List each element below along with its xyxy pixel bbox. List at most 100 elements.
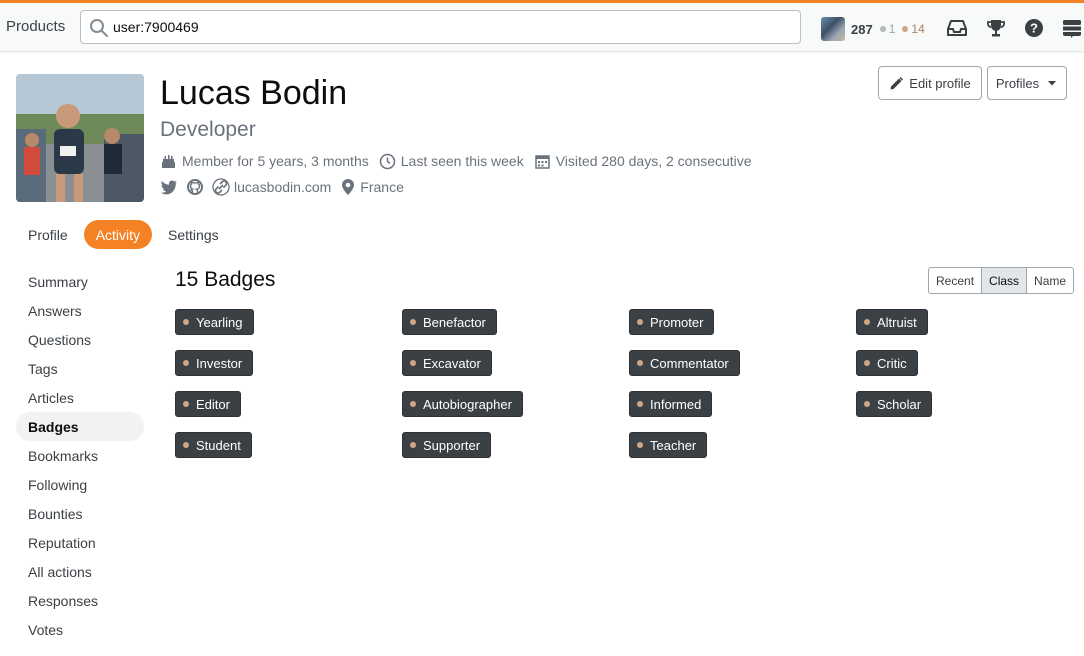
bronze-dot-icon <box>637 401 643 407</box>
calendar-icon <box>534 154 550 169</box>
bronze-dot-icon <box>410 319 416 325</box>
badge-item[interactable]: Promoter <box>629 309 715 335</box>
user-card[interactable]: 287 1 14 <box>821 17 925 41</box>
search-input[interactable] <box>113 11 793 43</box>
user-display-name: Lucas Bodin <box>160 74 348 112</box>
bronze-dot-icon <box>864 401 870 407</box>
bronze-dot-icon <box>410 442 416 448</box>
help-icon[interactable]: ? <box>1023 17 1045 39</box>
badge-label: Excavator <box>423 355 481 371</box>
badge-label: Student <box>196 437 241 453</box>
badges-heading: 15 Badges <box>175 268 276 291</box>
badge-item[interactable]: Benefactor <box>402 309 497 335</box>
profile-avatar <box>16 74 144 202</box>
badge-item[interactable]: Student <box>175 432 252 458</box>
profile-meta-row: Member for 5 years, 3 months Last seen t… <box>160 150 762 172</box>
top-bar: Products 287 1 14 ? <box>0 0 1084 52</box>
badge-item[interactable]: Editor <box>175 391 241 417</box>
badge-label: Promoter <box>650 314 704 330</box>
badge-item[interactable]: Scholar <box>856 391 933 417</box>
nav-bounties[interactable]: Bounties <box>16 499 144 528</box>
bronze-dot-icon <box>864 319 870 325</box>
silver-badge-count: 1 <box>879 22 896 36</box>
badge-label: Critic <box>877 355 907 371</box>
badge-sort-group: Recent Class Name <box>928 267 1075 294</box>
nav-responses[interactable]: Responses <box>16 586 144 615</box>
nav-badges[interactable]: Badges <box>16 412 144 441</box>
sort-recent-button[interactable]: Recent <box>928 267 983 294</box>
twitter-icon[interactable] <box>160 178 178 196</box>
products-link[interactable]: Products <box>6 18 65 35</box>
location-text: France <box>360 179 404 195</box>
bronze-dot-icon <box>183 319 189 325</box>
bronze-dot-icon <box>183 360 189 366</box>
badge-label: Supporter <box>423 437 481 453</box>
clock-icon <box>379 153 395 169</box>
badge-item[interactable]: Commentator <box>629 350 740 376</box>
nav-tags[interactable]: Tags <box>16 354 144 383</box>
bronze-dot-icon <box>637 360 643 366</box>
stack-exchange-icon[interactable] <box>1061 17 1083 39</box>
nav-following[interactable]: Following <box>16 470 144 499</box>
user-title: Developer <box>160 118 256 141</box>
tab-profile[interactable]: Profile <box>16 220 80 249</box>
badge-label: Benefactor <box>423 314 486 330</box>
website-link[interactable]: lucasbodin.com <box>234 179 331 195</box>
avatar[interactable] <box>821 17 845 41</box>
sort-class-button[interactable]: Class <box>981 267 1028 294</box>
tab-settings[interactable]: Settings <box>156 220 231 249</box>
tab-activity[interactable]: Activity <box>83 220 153 249</box>
nav-questions[interactable]: Questions <box>16 325 144 354</box>
caret-down-icon <box>1048 81 1057 86</box>
badge-item[interactable]: Supporter <box>402 432 492 458</box>
badge-item[interactable]: Excavator <box>402 350 492 376</box>
nav-articles[interactable]: Articles <box>16 383 144 412</box>
badge-item[interactable]: Critic <box>856 350 918 376</box>
silver-dot-icon <box>879 26 886 32</box>
profiles-dropdown[interactable]: Profiles <box>987 66 1067 100</box>
bronze-dot-icon <box>410 360 416 366</box>
pencil-icon <box>890 76 904 89</box>
nav-summary[interactable]: Summary <box>16 267 144 296</box>
edit-profile-label: Edit profile <box>909 75 971 91</box>
inbox-icon[interactable] <box>946 17 968 39</box>
badge-label: Commentator <box>650 355 729 371</box>
nav-reputation[interactable]: Reputation <box>16 528 144 557</box>
badge-item[interactable]: Altruist <box>856 309 928 335</box>
sort-name-button[interactable]: Name <box>1026 267 1075 294</box>
activity-sidenav: Summary Answers Questions Tags Articles … <box>16 267 144 644</box>
silver-count-label: 1 <box>888 22 896 36</box>
trophy-icon[interactable] <box>985 17 1007 39</box>
last-seen: Last seen this week <box>379 153 524 170</box>
badge-label: Autobiographer <box>423 396 512 412</box>
location-pin-icon <box>342 179 355 195</box>
bronze-dot-icon <box>637 319 643 325</box>
nav-all-actions[interactable]: All actions <box>16 557 144 586</box>
profile-tabs: Profile Activity Settings <box>16 220 235 249</box>
svg-text:?: ? <box>1030 21 1038 36</box>
search-box[interactable] <box>80 10 801 44</box>
profile-links-row: lucasbodin.com France <box>160 176 404 198</box>
badge-item[interactable]: Informed <box>629 391 713 417</box>
badge-label: Altruist <box>877 314 917 330</box>
reputation-count: 287 <box>851 21 873 37</box>
link-icon <box>212 178 230 196</box>
badge-item[interactable]: Autobiographer <box>402 391 523 417</box>
nav-answers[interactable]: Answers <box>16 296 144 325</box>
edit-profile-button[interactable]: Edit profile <box>878 66 982 100</box>
nav-votes[interactable]: Votes <box>16 615 144 644</box>
nav-bookmarks[interactable]: Bookmarks <box>16 441 144 470</box>
badge-item[interactable]: Yearling <box>175 309 254 335</box>
badge-label: Editor <box>196 396 230 412</box>
bronze-dot-icon <box>902 26 909 32</box>
member-for: Member for 5 years, 3 months <box>160 153 369 170</box>
badge-item[interactable]: Investor <box>175 350 254 376</box>
bronze-dot-icon <box>183 442 189 448</box>
badge-label: Teacher <box>650 437 697 453</box>
badge-label: Yearling <box>196 314 243 330</box>
bronze-badge-count: 14 <box>902 22 925 36</box>
bronze-dot-icon <box>637 442 643 448</box>
badge-item[interactable]: Teacher <box>629 432 708 458</box>
visited-text: Visited 280 days, 2 consecutive <box>555 153 752 169</box>
github-icon[interactable] <box>186 178 204 196</box>
